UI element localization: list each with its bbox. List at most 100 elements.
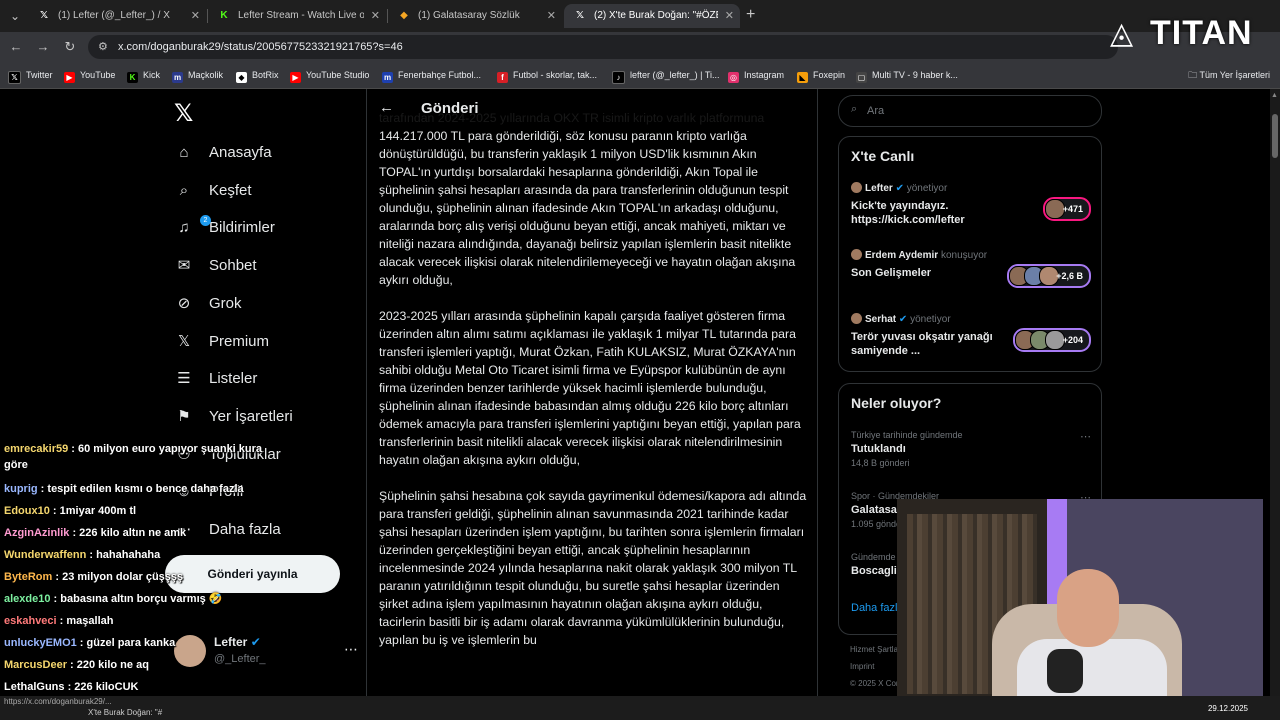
- nav-explore[interactable]: ⌕ Keşfet: [174, 176, 252, 206]
- listener-count-text: +204: [1062, 335, 1083, 345]
- bookmark-label: Instagram: [744, 70, 785, 80]
- bookmark-tiktok[interactable]: ♪ lefter (@_lefter_) | Ti...: [612, 67, 720, 84]
- page-scrollbar[interactable]: ▲: [1270, 89, 1280, 720]
- tab-galatasaray-sozluk[interactable]: ◆ (1) Galatasaray Sözlük ✕: [388, 4, 562, 28]
- bookmark-kick[interactable]: K Kick: [127, 67, 160, 83]
- folder-icon: 🗀: [1188, 70, 1198, 80]
- scrollbar-thumb[interactable]: [1272, 114, 1278, 158]
- live-host: Serhat ✔ yönetiyor: [851, 313, 1091, 325]
- chat-user: MarcusDeer: [4, 659, 67, 671]
- fenerbahce-icon: m: [382, 72, 393, 83]
- kick-logo-icon: K: [220, 10, 228, 21]
- card-title: X'te Canlı: [851, 148, 915, 164]
- search-input[interactable]: ⌕ Ara: [838, 95, 1102, 127]
- bookmark-twitter[interactable]: 𝕏 Twitter: [8, 67, 53, 84]
- tab-lefter-kick[interactable]: K Lefter Stream - Watch Live on Kick ✕: [208, 4, 386, 28]
- more-options-icon[interactable]: ⋯: [1080, 430, 1091, 443]
- nav-home[interactable]: ⌂ Anasayfa: [174, 138, 272, 168]
- close-tab-icon[interactable]: ✕: [191, 4, 200, 28]
- host-role: konuşuyor: [940, 250, 988, 261]
- url-field[interactable]: ⚙ x.com/doganburak29/status/200567752332…: [88, 35, 1118, 59]
- bookmark-multi-tv[interactable]: ▢ Multi TV - 9 haber k...: [856, 67, 958, 83]
- nav-label: Anasayfa: [209, 144, 272, 161]
- forward-arrow-icon[interactable]: →: [35, 39, 51, 55]
- instagram-icon: ◎: [728, 72, 739, 83]
- bookmark-instagram[interactable]: ◎ Instagram: [728, 67, 784, 83]
- live-item[interactable]: Erdem Aydemir konuşuyor Son Gelişmeler +…: [851, 249, 1091, 288]
- post-paragraph: 2023-2025 yılları arasında şüphelinin ka…: [379, 309, 801, 467]
- chat-message: unluckyEMO1 : güzel para kanka: [4, 637, 176, 649]
- nav-messages[interactable]: ✉ Sohbet: [174, 251, 257, 281]
- post-text: tarafından 2024-2025 yıllarında OKX TR i…: [379, 109, 807, 667]
- x-logo-icon: 𝕏: [575, 10, 585, 21]
- x-logo-icon[interactable]: 𝕏: [174, 99, 193, 128]
- tab-search-icon[interactable]: ⌄: [6, 7, 24, 25]
- tab-burak-dogan-post[interactable]: 𝕏 (2) X'te Burak Doğan: "#ÖZELHABER" ✕: [564, 4, 740, 28]
- back-arrow-icon[interactable]: ←: [379, 99, 394, 116]
- bookmark-foxepin[interactable]: ◣ Foxepin: [797, 67, 845, 83]
- live-item[interactable]: Lefter ✔ yönetiyor Kick'te yayındayız. h…: [851, 182, 1091, 226]
- chat-user: eskahveci: [4, 615, 57, 627]
- back-arrow-icon[interactable]: ←: [8, 39, 24, 55]
- address-bar-row: ← → ↻ ⚙ x.com/doganburak29/status/200567…: [0, 32, 1280, 62]
- bookmark-flashscore[interactable]: f Futbol - skorlar, tak...: [497, 67, 597, 83]
- bookmark-botrix[interactable]: ◆ BotRix: [236, 67, 279, 83]
- close-tab-icon[interactable]: ✕: [371, 4, 380, 28]
- multi-tv-icon: ▢: [856, 72, 867, 83]
- search-icon: ⌕: [179, 182, 189, 199]
- host-name: Lefter: [865, 183, 893, 194]
- listener-count-text: +2,6 B: [1056, 271, 1083, 281]
- bookmark-youtube-studio[interactable]: ▶ YouTube Studio: [290, 67, 369, 83]
- nav-lists[interactable]: ☰ Listeler: [174, 364, 257, 394]
- kick-logo-icon: K: [127, 72, 138, 83]
- close-tab-icon[interactable]: ✕: [547, 4, 556, 28]
- trend-category: Türkiye tarihinde gündemde: [851, 430, 963, 440]
- reload-icon[interactable]: ↻: [62, 39, 78, 55]
- chat-message: emrecakir59 : 60 milyon euro yapıyor şua…: [4, 443, 263, 471]
- nav-label: Premium: [209, 333, 270, 350]
- titan-emblem-icon: ◬: [1110, 17, 1134, 50]
- nav-label: Bildirimler: [209, 219, 275, 236]
- stream-chat-overlay: emrecakir59 : 60 milyon euro yapıyor şua…: [4, 441, 274, 720]
- chat-text: babasına altın borçu varmış 🤣: [60, 593, 223, 605]
- scroll-up-arrow-icon[interactable]: ▲: [1271, 92, 1278, 99]
- site-info-icon[interactable]: ⚙: [98, 40, 108, 53]
- nav-notifications[interactable]: ♫ 2 Bildirimler: [174, 213, 275, 243]
- flashscore-icon: f: [497, 72, 508, 83]
- chat-user: Wunderwaffenn: [4, 549, 87, 561]
- post-header: ← Gönderi: [367, 89, 817, 131]
- live-on-x-card: X'te Canlı Lefter ✔ yönetiyor Kick'te ya…: [838, 136, 1102, 372]
- more-options-icon[interactable]: ⋯: [344, 641, 358, 658]
- live-item[interactable]: Serhat ✔ yönetiyor Terör yuvası okşatır …: [851, 313, 1091, 357]
- bookmark-label: Fenerbahçe Futbol...: [398, 70, 482, 80]
- nav-bookmarks[interactable]: ⚑ Yer İşaretleri: [174, 402, 292, 432]
- browser-tab-bar: ⌄ 𝕏 (1) Lefter (@_Lefter_) / X ✕ K Lefte…: [0, 0, 1280, 32]
- chat-user: kuprig: [4, 483, 38, 495]
- taskbar-window-title[interactable]: X'te Burak Doğan: "#: [88, 708, 162, 717]
- trend-item[interactable]: Türkiye tarihinde gündemde Tutuklandı 14…: [851, 430, 1091, 468]
- nav-grok[interactable]: ⊘ Grok: [174, 289, 242, 319]
- streamer-head: [1057, 569, 1119, 647]
- chat-user: ByteRom: [4, 571, 53, 583]
- close-tab-icon[interactable]: ✕: [725, 4, 734, 28]
- nav-label: Grok: [209, 295, 242, 312]
- bookmark-youtube[interactable]: ▶ YouTube: [64, 67, 115, 83]
- foxepin-icon: ◣: [797, 72, 808, 83]
- bookmark-mackolik[interactable]: m Maçkolik: [172, 67, 223, 83]
- system-date: 29.12.2025: [1207, 704, 1248, 713]
- nav-premium[interactable]: 𝕏 Premium: [174, 327, 269, 357]
- chat-text: 226 kilo altın ne amk: [79, 527, 187, 539]
- bell-icon: ♫: [178, 219, 190, 236]
- bookmark-fenerbahce[interactable]: m Fenerbahçe Futbol...: [382, 67, 481, 83]
- titan-wordmark: TITAN: [1150, 14, 1253, 52]
- chat-user: alexde10: [4, 593, 51, 605]
- host-name: Serhat: [865, 314, 897, 325]
- tab-lefter-x[interactable]: 𝕏 (1) Lefter (@_Lefter_) / X ✕: [28, 4, 206, 28]
- x-logo-icon: 𝕏: [177, 333, 191, 350]
- chat-text: güzel para kanka: [86, 637, 176, 649]
- bookmark-label: Maçkolik: [188, 70, 224, 80]
- all-bookmarks-folder[interactable]: 🗀 Tüm Yer İşaretleri: [1188, 67, 1270, 83]
- new-tab-button[interactable]: +: [746, 6, 755, 24]
- host-name: Erdem Aydemir: [865, 250, 939, 261]
- titan-logo: ◬ TITAN: [1110, 14, 1253, 54]
